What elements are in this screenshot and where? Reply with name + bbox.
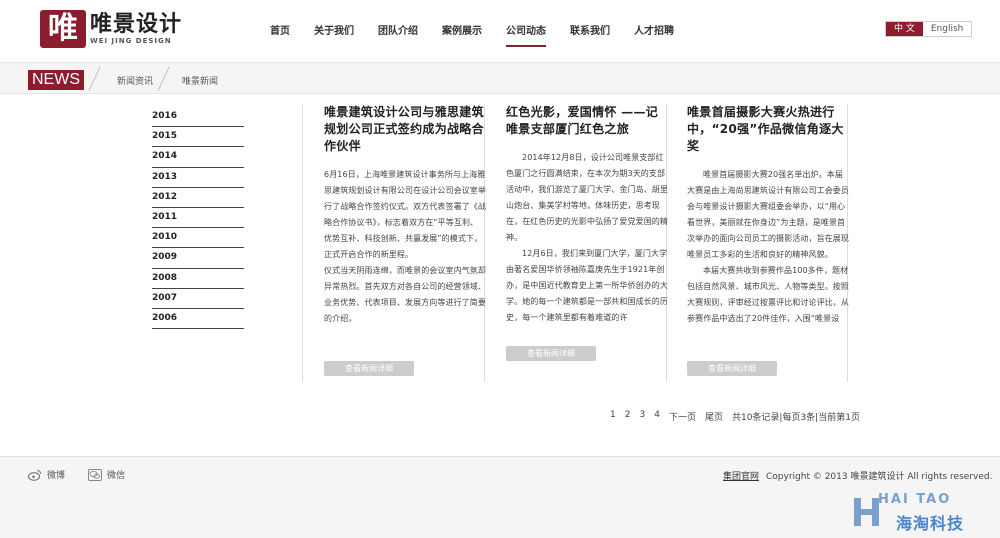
view-details-button[interactable]: 查看新闻详细 bbox=[687, 361, 777, 376]
nav-about[interactable]: 关于我们 bbox=[314, 22, 354, 40]
haitao-watermark: HAI TAO 海淘科技 bbox=[852, 492, 992, 533]
weibo-label: 微博 bbox=[47, 471, 66, 481]
logo-mark: 唯 bbox=[40, 10, 86, 48]
breadcrumb-divider bbox=[88, 67, 101, 91]
nav-cases[interactable]: 案例展示 bbox=[442, 22, 482, 40]
year-item[interactable]: 2009 bbox=[152, 248, 244, 269]
breadcrumb-bar: NEWS 新闻资讯 唯景新闻 bbox=[0, 62, 1000, 94]
news-paragraph: 2014年12月8日，设计公司唯景支部红色厦门之行圆满结束，在本次为期3天的支部… bbox=[506, 153, 668, 242]
breadcrumb-divider bbox=[157, 67, 170, 91]
year-item[interactable]: 2010 bbox=[152, 228, 244, 249]
page-link[interactable]: 1 bbox=[610, 410, 616, 423]
year-item[interactable]: 2011 bbox=[152, 208, 244, 229]
wechat-icon bbox=[88, 468, 102, 481]
news-paragraph: 唯景首届摄影大赛20强名单出炉。本届大赛是由上海尚思建筑设计有限公司工会委员会与… bbox=[687, 170, 849, 259]
last-page-link[interactable]: 尾页 bbox=[705, 410, 723, 423]
page-link[interactable]: 4 bbox=[654, 410, 660, 423]
main-nav: 首页 关于我们 团队介绍 案例展示 公司动态 联系我们 人才招聘 bbox=[270, 22, 698, 47]
site-header: 唯 唯景设计 WEI JING DESIGN 首页 关于我们 团队介绍 案例展示… bbox=[0, 0, 1000, 62]
weibo-link[interactable]: 微博 bbox=[28, 468, 65, 481]
pagination-info: 共10条记录|每页3条|当前第1页 bbox=[731, 413, 860, 423]
year-item[interactable]: 2016 bbox=[152, 107, 244, 128]
watermark-en: HAI TAO bbox=[878, 492, 952, 507]
copyright-text: Copyright © 2013 唯景建筑设计 All rights reser… bbox=[766, 472, 993, 482]
news-paragraph: 仪式当天阴雨连绵，而唯景的会议室内气氛却异常热烈。首先双方对各自公司的经营领域、… bbox=[324, 266, 486, 323]
lang-english[interactable]: English bbox=[923, 22, 972, 36]
view-details-button[interactable]: 查看新闻详细 bbox=[324, 361, 414, 376]
news-paragraph: 6月16日，上海唯景建筑设计事务所与上海雅思建筑规划设计有限公司在设计公司会议室… bbox=[324, 170, 486, 259]
year-item[interactable]: 2012 bbox=[152, 188, 244, 208]
page-link[interactable]: 3 bbox=[639, 410, 645, 423]
news-excerpt: 6月16日，上海唯景建筑设计事务所与上海雅思建筑规划设计有限公司在设计公司会议室… bbox=[324, 167, 486, 353]
nav-home[interactable]: 首页 bbox=[270, 22, 290, 40]
language-switch: 中 文 English bbox=[885, 21, 973, 37]
pagination: 1 2 3 4 下一页 尾页 共10条记录|每页3条|当前第1页 bbox=[610, 410, 860, 423]
news-paragraph: 12月6日，我们来到厦门大学，厦门大学由著名爱国华侨领袖陈嘉庚先生于1921年创… bbox=[506, 249, 668, 322]
nav-news[interactable]: 公司动态 bbox=[506, 22, 546, 47]
year-list: 2016 2015 2014 2013 2012 2011 2010 2009 … bbox=[152, 107, 244, 330]
year-item[interactable]: 2008 bbox=[152, 269, 244, 289]
news-title[interactable]: 红色光影，爱国情怀 ——记唯景支部厦门红色之旅 bbox=[506, 104, 668, 138]
view-details-button[interactable]: 查看新闻详细 bbox=[506, 346, 596, 361]
group-site-link[interactable]: 集团官网 bbox=[723, 469, 759, 482]
nav-team[interactable]: 团队介绍 bbox=[378, 22, 418, 40]
news-excerpt: 唯景首届摄影大赛20强名单出炉。本届大赛是由上海尚思建筑设计有限公司工会委员会与… bbox=[687, 167, 849, 353]
news-card: 唯景首届摄影大赛火热进行中，“20强”作品微信角逐大奖 唯景首届摄影大赛20强名… bbox=[687, 104, 849, 353]
breadcrumb-news[interactable]: 新闻资讯 bbox=[117, 74, 153, 87]
column-divider bbox=[302, 104, 303, 382]
logo[interactable]: 唯 唯景设计 WEI JING DESIGN bbox=[40, 10, 182, 48]
nav-contact[interactable]: 联系我们 bbox=[570, 22, 610, 40]
news-title[interactable]: 唯景建筑设计公司与雅思建筑规划公司正式签约成为战略合作伙伴 bbox=[324, 104, 486, 155]
page-link[interactable]: 2 bbox=[625, 410, 631, 423]
next-page-link[interactable]: 下一页 bbox=[669, 410, 696, 423]
nav-jobs[interactable]: 人才招聘 bbox=[634, 22, 674, 40]
news-excerpt: 2014年12月8日，设计公司唯景支部红色厦门之行圆满结束，在本次为期3天的支部… bbox=[506, 150, 668, 334]
weixin-label: 微信 bbox=[107, 471, 126, 481]
year-item[interactable]: 2015 bbox=[152, 127, 244, 148]
logo-cn: 唯景设计 bbox=[90, 12, 183, 37]
news-title[interactable]: 唯景首届摄影大赛火热进行中，“20强”作品微信角逐大奖 bbox=[687, 104, 849, 155]
news-paragraph: 本届大赛共收到参赛作品100多件，题材包括自然风景、城市风光、人物等类型。按照大… bbox=[687, 266, 849, 323]
news-card: 红色光影，爱国情怀 ——记唯景支部厦门红色之旅 2014年12月8日，设计公司唯… bbox=[506, 104, 668, 334]
news-badge: NEWS bbox=[28, 70, 84, 90]
weixin-link[interactable]: 微信 bbox=[88, 468, 125, 481]
year-item[interactable]: 2006 bbox=[152, 309, 244, 330]
year-item[interactable]: 2013 bbox=[152, 168, 244, 188]
lang-chinese[interactable]: 中 文 bbox=[886, 22, 923, 36]
watermark-cn: 海淘科技 bbox=[896, 514, 965, 533]
weibo-icon bbox=[28, 469, 41, 481]
logo-en: WEI JING DESIGN bbox=[90, 37, 172, 45]
news-card: 唯景建筑设计公司与雅思建筑规划公司正式签约成为战略合作伙伴 6月16日，上海唯景… bbox=[324, 104, 486, 353]
year-item[interactable]: 2007 bbox=[152, 289, 244, 309]
breadcrumb-company-news[interactable]: 唯景新闻 bbox=[182, 74, 218, 87]
logo-text: 唯景设计 WEI JING DESIGN bbox=[90, 12, 183, 46]
site-footer: 微博 微信 集团官网 Copyright © 2013 唯景建筑设计 All r… bbox=[0, 456, 1000, 538]
year-item[interactable]: 2014 bbox=[152, 147, 244, 168]
